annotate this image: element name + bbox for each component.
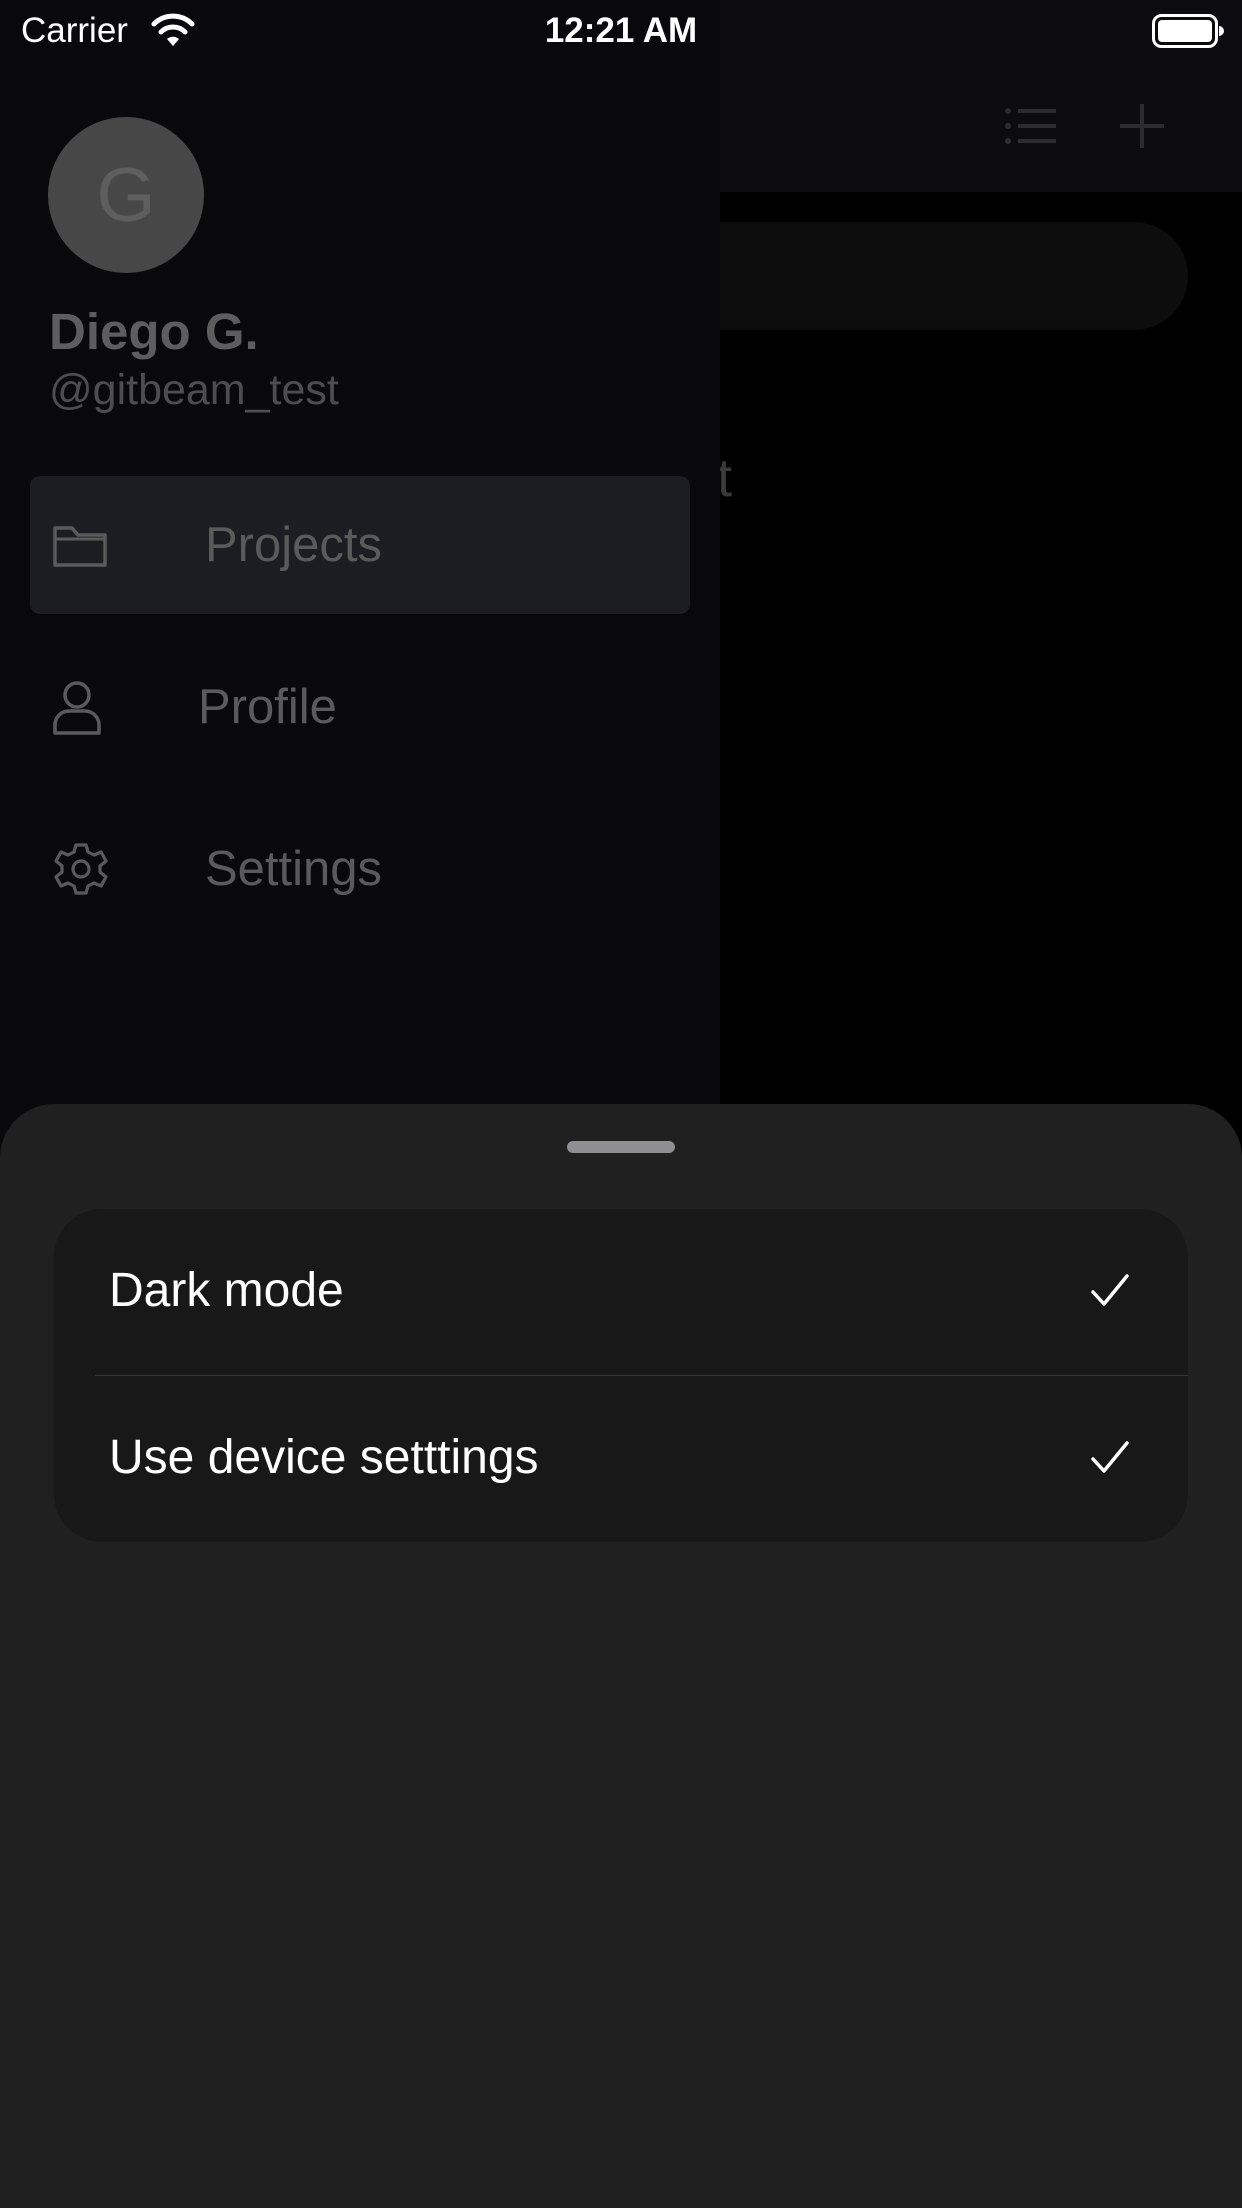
folder-icon [53,526,107,567]
drawer-item-projects[interactable]: Projects [30,476,690,614]
avatar[interactable]: G [48,117,204,273]
avatar-initial: G [96,152,156,238]
user-handle: @gitbeam_test [49,366,339,414]
option-dark-mode[interactable]: Dark mode [54,1209,1188,1375]
checkmark-icon [1091,1441,1129,1473]
battery-icon [1152,14,1224,48]
drawer-item-label: Profile [198,680,337,734]
person-icon [53,681,101,735]
user-name: Diego G. [49,303,259,360]
add-icon[interactable] [1120,104,1164,148]
option-label: Dark mode [109,1264,344,1317]
clock: 12:21 AM [544,11,698,50]
sheet-grabber[interactable] [567,1141,675,1153]
options-card: Dark mode Use device setttings [54,1209,1188,1542]
drawer-item-profile[interactable]: Profile [30,638,690,776]
option-use-device-settings[interactable]: Use device setttings [54,1376,1188,1542]
option-label: Use device setttings [109,1431,539,1484]
list-icon[interactable] [1004,106,1056,146]
status-bar: Carrier 12:21 AM [0,0,1242,60]
checkmark-icon [1091,1274,1129,1306]
drawer-item-label: Projects [205,518,383,572]
gear-icon [54,843,108,895]
bottom-sheet: Dark mode Use device setttings [0,1104,1242,2208]
app-screen: ct G Diego G. @gitbeam_test Projects Pro… [0,0,1242,2208]
drawer-item-settings[interactable]: Settings [30,800,690,938]
drawer-item-label: Settings [205,842,383,896]
